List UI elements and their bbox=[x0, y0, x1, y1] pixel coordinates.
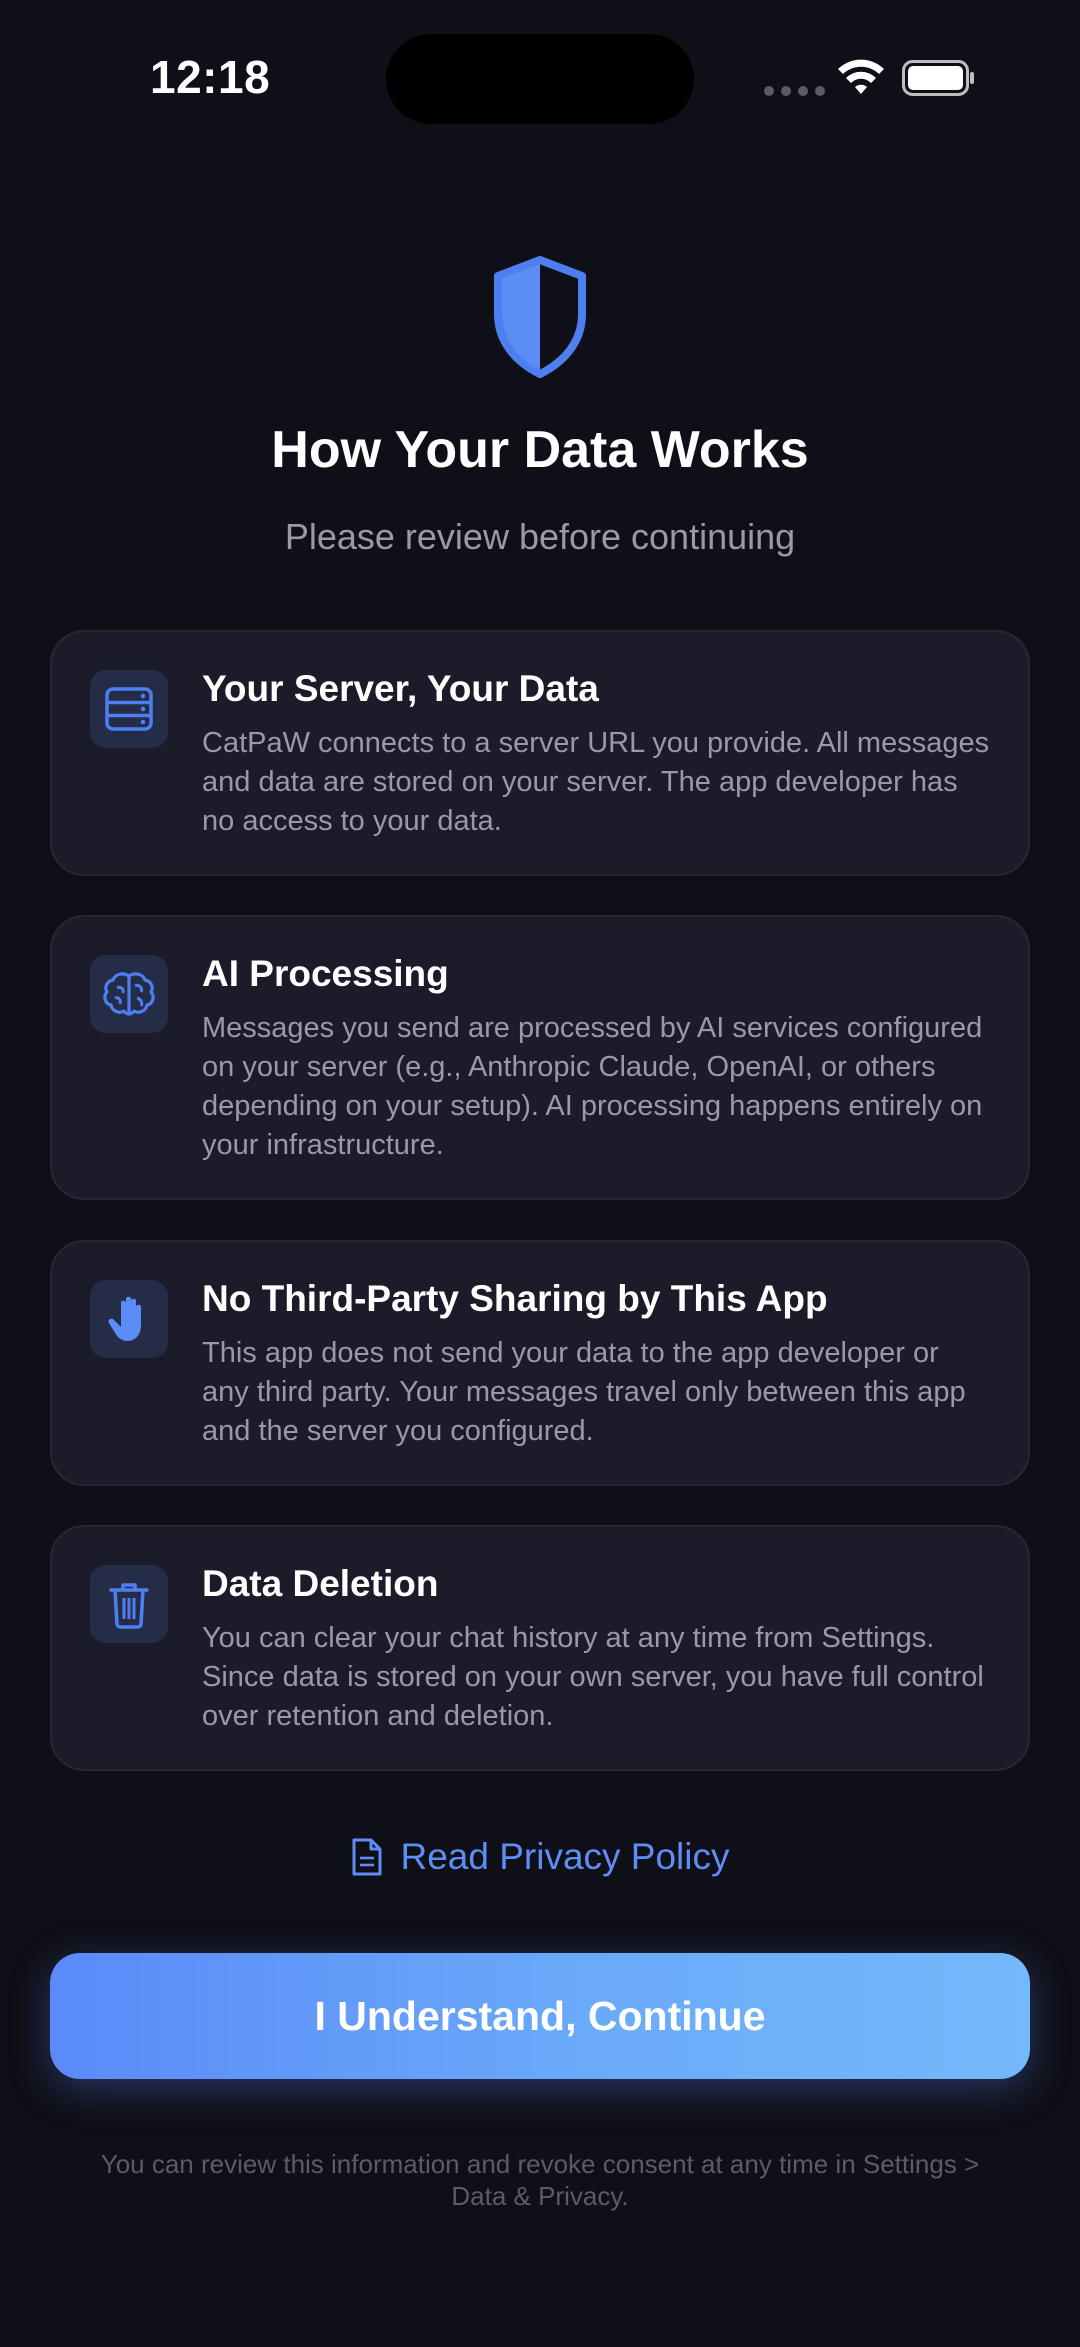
card-title: Data Deletion bbox=[202, 1563, 439, 1604]
card-body: This app does not send your data to the … bbox=[202, 1337, 966, 1447]
card-body: Messages you send are processed by AI se… bbox=[202, 1012, 983, 1161]
card-no-third-party: No Third-Party Sharing by This App This … bbox=[50, 1240, 1030, 1486]
cellular-signal-icon bbox=[764, 86, 825, 96]
consent-footnote: You can review this information and revo… bbox=[100, 2149, 980, 2211]
page-subtitle: Please review before continuing bbox=[284, 516, 796, 557]
battery-icon bbox=[902, 60, 974, 96]
privacy-policy-label: Read Privacy Policy bbox=[400, 1836, 730, 1877]
wifi-icon bbox=[838, 59, 884, 94]
privacy-policy-link[interactable]: Read Privacy Policy bbox=[0, 1836, 1080, 1878]
server-icon bbox=[90, 670, 168, 748]
page-title: How Your Data Works bbox=[271, 421, 809, 479]
card-body: CatPaW connects to a server URL you prov… bbox=[202, 727, 990, 837]
card-ai-processing: AI Processing Messages you send are proc… bbox=[50, 915, 1030, 1200]
card-body: You can clear your chat history at any t… bbox=[202, 1622, 984, 1732]
card-data-deletion: Data Deletion You can clear your chat hi… bbox=[50, 1525, 1030, 1771]
brain-icon bbox=[90, 955, 168, 1033]
status-bar: 12:18 bbox=[0, 0, 1080, 150]
status-time: 12:18 bbox=[150, 51, 271, 103]
dynamic-island bbox=[386, 34, 694, 124]
continue-button[interactable]: I Understand, Continue bbox=[50, 1953, 1030, 2079]
card-your-server: Your Server, Your Data CatPaW connects t… bbox=[50, 630, 1030, 876]
card-title: No Third-Party Sharing by This App bbox=[202, 1278, 828, 1319]
document-icon bbox=[352, 1838, 382, 1876]
trash-icon bbox=[90, 1565, 168, 1643]
shield-icon bbox=[494, 256, 586, 378]
card-title: AI Processing bbox=[202, 953, 449, 994]
card-title: Your Server, Your Data bbox=[202, 668, 599, 709]
hand-icon bbox=[90, 1280, 168, 1358]
